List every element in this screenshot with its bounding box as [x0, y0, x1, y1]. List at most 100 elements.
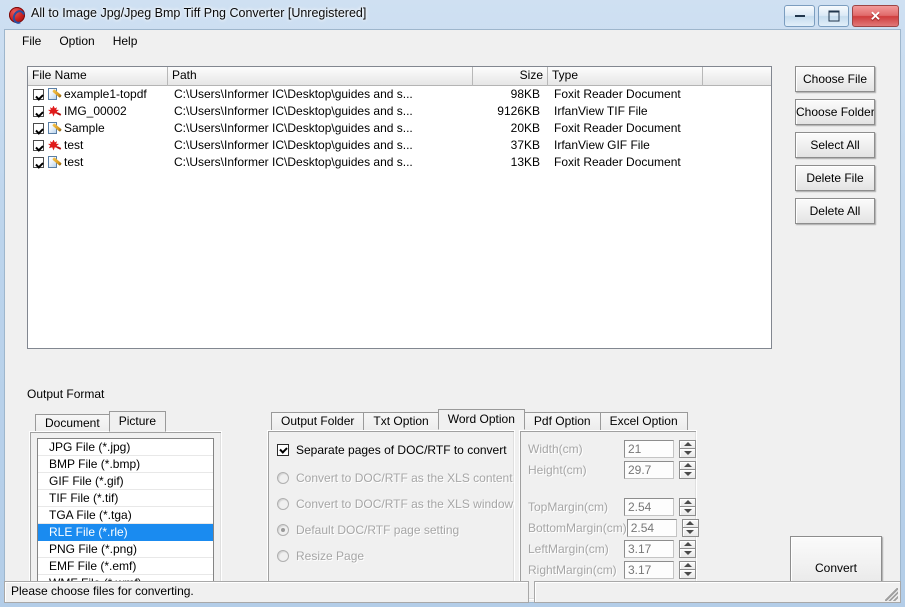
tab-output-folder[interactable]: Output Folder	[271, 412, 365, 430]
file-action-buttons: Choose File Choose Folder Select All Del…	[795, 66, 875, 231]
right-margin-row: RightMargin(cm) 3.17	[520, 559, 696, 580]
table-row[interactable]: example1-topdf C:\Users\Informer IC\Desk…	[28, 86, 771, 103]
column-header-path[interactable]: Path	[168, 67, 473, 86]
row-checkbox[interactable]	[33, 157, 44, 168]
file-name-label: test	[64, 155, 84, 169]
tab-document[interactable]: Document	[35, 414, 110, 432]
row-checkbox[interactable]	[33, 140, 44, 151]
top-margin-input[interactable]: 2.54	[624, 497, 674, 516]
list-item[interactable]: TIF File (*.tif)	[38, 490, 213, 507]
list-item-selected[interactable]: RLE File (*.rle)	[38, 524, 213, 541]
column-header-extra[interactable]	[703, 67, 771, 86]
choose-folder-button[interactable]: Choose Folder	[795, 99, 875, 125]
top-margin-stepper[interactable]: 2.54	[624, 497, 696, 516]
resize-grip-icon[interactable]	[885, 588, 898, 601]
output-format-label: Output Format	[27, 387, 105, 401]
right-margin-spin-buttons[interactable]	[679, 560, 696, 579]
list-item[interactable]: TGA File (*.tga)	[38, 507, 213, 524]
width-spin-buttons[interactable]	[679, 439, 696, 458]
minimize-icon	[794, 15, 805, 17]
row-checkbox[interactable]	[33, 89, 44, 100]
close-button[interactable]: ✕	[852, 5, 899, 27]
status-right-panel	[534, 581, 901, 603]
right-margin-stepper[interactable]: 3.17	[624, 560, 696, 579]
row-checkbox[interactable]	[33, 106, 44, 117]
application-window: All to Image Jpg/Jpeg Bmp Tiff Png Conve…	[0, 0, 905, 607]
spin-down-icon[interactable]	[679, 448, 696, 458]
height-input[interactable]: 29.7	[624, 460, 674, 479]
width-stepper[interactable]: 21	[624, 439, 696, 458]
file-path-cell: C:\Users\Informer IC\Desktop\guides and …	[174, 155, 413, 169]
xls-window-radio	[277, 498, 289, 510]
delete-file-button[interactable]: Delete File	[795, 165, 875, 191]
minimize-button[interactable]	[784, 5, 815, 27]
table-row[interactable]: IMG_00002 C:\Users\Informer IC\Desktop\g…	[28, 103, 771, 120]
select-all-button[interactable]: Select All	[795, 132, 875, 158]
file-list[interactable]: File Name Path Size Type example1-topdf …	[27, 66, 772, 349]
menu-item-file[interactable]: File	[13, 32, 50, 50]
left-margin-stepper[interactable]: 3.17	[624, 539, 696, 558]
right-margin-label: RightMargin(cm)	[528, 562, 617, 577]
left-margin-spin-buttons[interactable]	[679, 539, 696, 558]
option-tabs: Output Folder Txt Option Word Option Pdf…	[271, 409, 688, 430]
list-item[interactable]: PNG File (*.png)	[38, 541, 213, 558]
spin-down-icon[interactable]	[679, 469, 696, 479]
tab-excel-option[interactable]: Excel Option	[599, 412, 688, 430]
client-area: File Option Help File Name Path Size Typ…	[4, 29, 901, 603]
menu-item-help[interactable]: Help	[104, 32, 147, 50]
tab-word-option[interactable]: Word Option	[437, 409, 525, 430]
tab-picture[interactable]: Picture	[108, 411, 167, 432]
list-item[interactable]: GIF File (*.gif)	[38, 473, 213, 490]
maximize-button[interactable]	[818, 5, 849, 27]
tab-pdf-option[interactable]: Pdf Option	[523, 412, 601, 430]
separate-pages-row[interactable]: Separate pages of DOC/RTF to convert	[268, 439, 514, 461]
file-name-cell: example1-topdf	[28, 86, 168, 103]
spin-down-icon[interactable]	[681, 527, 699, 537]
file-type-cell: IrfanView GIF File	[554, 138, 650, 152]
table-row[interactable]: Sample C:\Users\Informer IC\Desktop\guid…	[28, 120, 771, 137]
delete-all-button[interactable]: Delete All	[795, 198, 875, 224]
page-setup-panel: Width(cm) 21 Height(cm) 29.7 TopMargin(c…	[519, 430, 699, 600]
file-size-cell: 20KB	[510, 121, 540, 135]
spin-up-icon[interactable]	[679, 460, 696, 469]
spin-up-icon[interactable]	[681, 518, 699, 527]
status-message: Please choose files for converting.	[4, 581, 529, 603]
column-header-size[interactable]: Size	[473, 67, 548, 86]
separate-pages-checkbox[interactable]	[277, 444, 289, 456]
window-title: All to Image Jpg/Jpeg Bmp Tiff Png Conve…	[31, 6, 367, 20]
width-input[interactable]: 21	[624, 439, 674, 458]
right-margin-input[interactable]: 3.17	[624, 560, 674, 579]
table-row[interactable]: test C:\Users\Informer IC\Desktop\guides…	[28, 154, 771, 171]
default-page-setting-label: Default DOC/RTF page setting	[296, 523, 460, 537]
column-header-file-name[interactable]: File Name	[28, 67, 168, 86]
spin-up-icon[interactable]	[679, 439, 696, 448]
list-item[interactable]: JPG File (*.jpg)	[38, 439, 213, 456]
output-format-list[interactable]: JPG File (*.jpg) BMP File (*.bmp) GIF Fi…	[37, 438, 214, 596]
row-checkbox[interactable]	[33, 123, 44, 134]
foxit-document-icon	[47, 121, 61, 136]
resize-page-label: Resize Page	[296, 549, 365, 563]
left-margin-input[interactable]: 3.17	[624, 539, 674, 558]
list-item[interactable]: BMP File (*.bmp)	[38, 456, 213, 473]
height-stepper[interactable]: 29.7	[624, 460, 696, 479]
resize-page-row: Resize Page	[268, 545, 514, 567]
left-margin-label: LeftMargin(cm)	[528, 541, 609, 556]
choose-file-button[interactable]: Choose File	[795, 66, 875, 92]
table-row[interactable]: test C:\Users\Informer IC\Desktop\guides…	[28, 137, 771, 154]
file-list-header: File Name Path Size Type	[28, 67, 771, 86]
top-margin-spin-buttons[interactable]	[679, 497, 696, 516]
bottom-margin-input[interactable]: 2.54	[626, 518, 677, 537]
spin-up-icon[interactable]	[679, 539, 696, 548]
spin-up-icon[interactable]	[679, 560, 696, 569]
height-spin-buttons[interactable]	[679, 460, 696, 479]
bottom-margin-spin-buttons[interactable]	[681, 518, 699, 537]
menu-item-option[interactable]: Option	[50, 32, 103, 50]
spin-down-icon[interactable]	[679, 569, 696, 579]
list-item[interactable]: EMF File (*.emf)	[38, 558, 213, 575]
column-header-type[interactable]: Type	[548, 67, 703, 86]
bottom-margin-stepper[interactable]: 2.54	[626, 518, 699, 537]
spin-up-icon[interactable]	[679, 497, 696, 506]
spin-down-icon[interactable]	[679, 548, 696, 558]
spin-down-icon[interactable]	[679, 506, 696, 516]
tab-txt-option[interactable]: Txt Option	[363, 412, 439, 430]
